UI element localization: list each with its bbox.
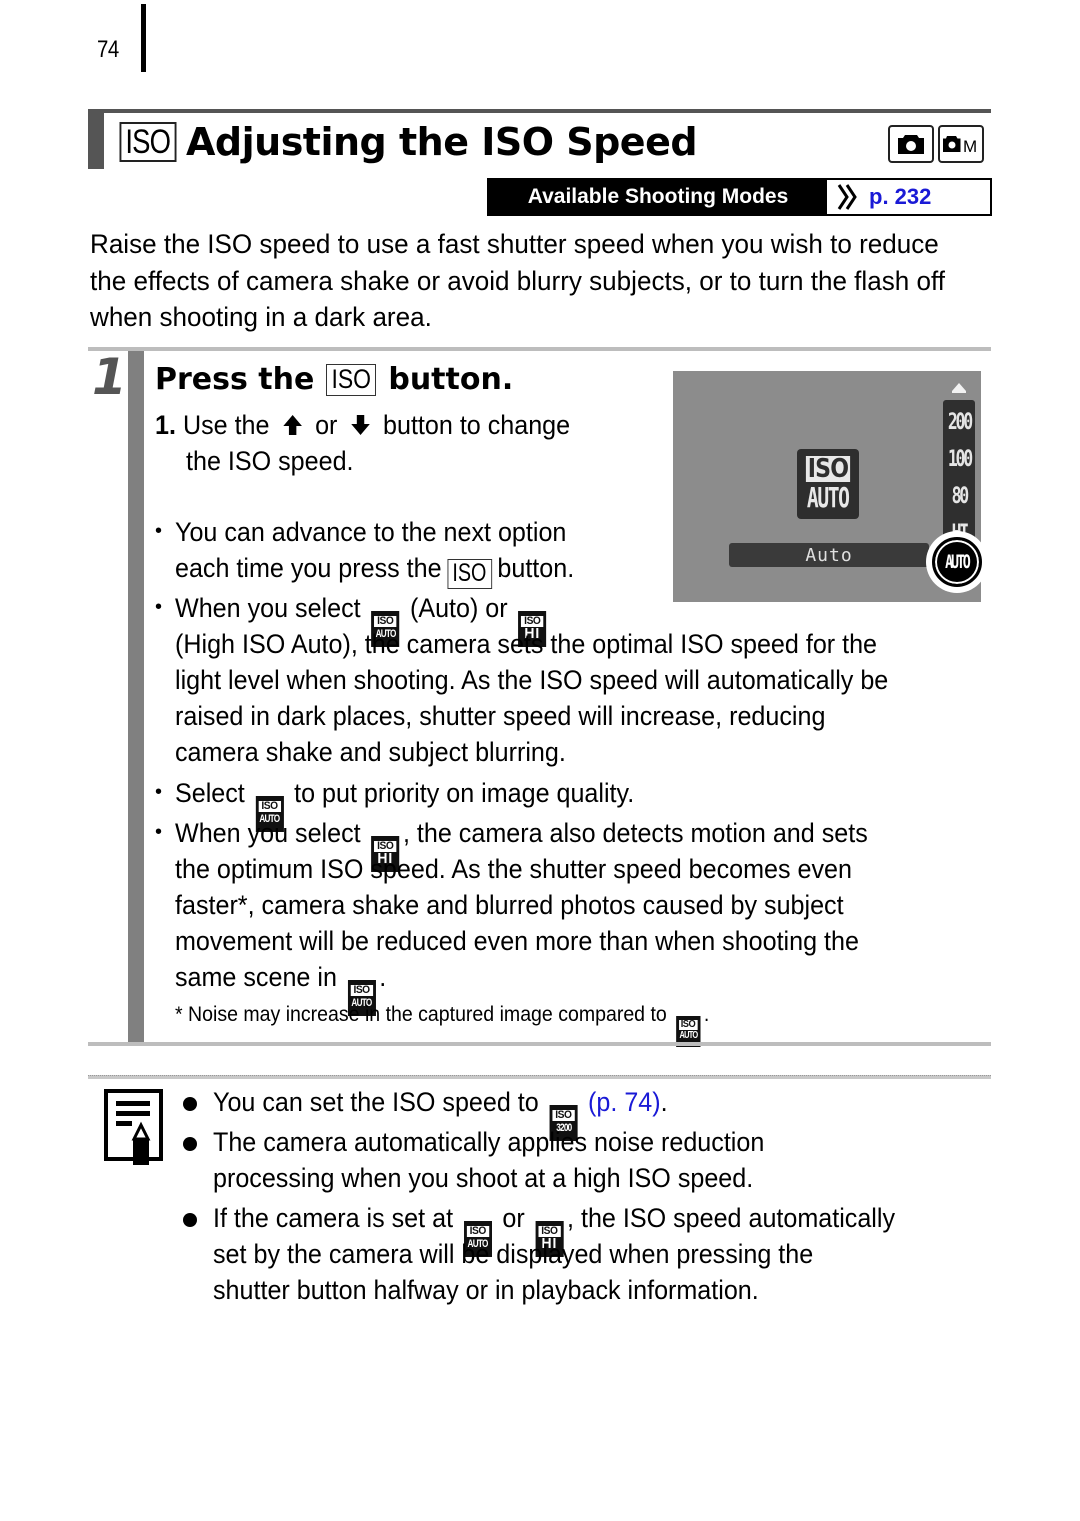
substep-text-a: Use the [182,410,270,440]
bullet-4-text-b: , the camera also detects motion and set… [402,818,868,848]
memo-pencil-icon [104,1089,164,1174]
up-arrow-icon [282,409,302,445]
bullet-3-text-a: Select [175,778,245,808]
note-1-period: . [660,1087,668,1117]
lcd-scale-item: 200 [947,410,972,435]
substep-1-line2: the ISO speed. [186,446,354,476]
lcd-selected-label: Auto [729,543,929,567]
bullet-2-text-a: When you select [175,593,361,623]
available-shooting-modes-banner: Available Shooting Modes p. 232 [487,178,992,216]
bullet-dot: • [155,781,163,803]
iso-button-icon: ISO [326,363,377,396]
footnote: * Noise may increase in the captured ima… [175,1000,709,1047]
note-3-or: or [502,1203,525,1233]
bullet-2-cont-3: raised in dark places, shutter speed wil… [175,701,826,731]
bullet-1-text-b: button. [497,553,575,583]
step-heading: Press the ISO button. [155,362,513,397]
note-3-text-a: If the camera is set at [213,1203,454,1233]
lcd-scale-item: 100 [947,447,972,472]
page-title: Adjusting the ISO Speed [186,120,698,164]
bullet-1-line1: You can advance to the next option [175,517,567,547]
shooting-modes-page-link[interactable]: p. 232 [827,180,990,214]
svg-text:M: M [963,137,977,156]
step-top-rule [88,347,991,351]
step-heading-suffix: button. [388,362,514,397]
double-chevron-right-icon [837,184,859,210]
note-2-line2: processing when you shoot at a high ISO … [213,1163,754,1193]
step-bottom-rule [88,1042,991,1046]
note-bullet [183,1213,197,1227]
bullet-dot: • [155,821,163,843]
bullet-4-period: . [379,962,387,992]
page-number-divider [141,4,146,72]
bullet-2-cont-2: light level when shooting. As the ISO sp… [175,665,889,695]
lcd-auto-text: AUTO [807,480,850,514]
bullet-4-text-a: When you select [175,818,361,848]
camera-auto-mode-icon [888,125,934,163]
title-side-bar [88,109,104,169]
footnote-period: . [703,1003,710,1026]
lcd-iso-text: ISO [805,453,851,484]
step-heading-prefix: Press the [155,362,315,397]
substep-number: 1. [155,410,176,440]
shooting-mode-icons: M [888,125,984,163]
substep-1: 1. Use the or button to change [155,407,620,445]
note-3-cont-1: set by the camera will be displayed when… [213,1239,814,1269]
camera-manual-mode-icon: M [938,125,984,163]
page-74-link[interactable]: (p. 74) [588,1087,661,1117]
note-bullet [183,1137,197,1151]
iso-title-icon: ISO [119,122,177,162]
substep-text-b: button to change [383,410,571,440]
footnote-text: * Noise may increase in the captured ima… [175,1003,667,1026]
bullet-3-text-b: to put priority on image quality. [294,778,635,808]
note-3-cont-2: shutter button halfway or in playback in… [213,1275,759,1305]
bullet-1-line2: each time you press the ISO button. [175,550,574,589]
bullet-2-cont-1: (High ISO Auto), the camera sets the opt… [175,629,878,659]
note-1-text: You can set the ISO speed to [213,1087,539,1117]
lcd-up-triangle-icon [952,383,966,393]
title-row: ISO Adjusting the ISO Speed [118,120,698,164]
note-bullet [183,1097,197,1111]
title-rule [88,109,991,113]
note-3-text-b: , the ISO speed automatically [567,1203,896,1233]
lcd-selected-dial: AUTO [926,531,988,593]
bullet-4-cont-1: the optimum ISO speed. As the shutter sp… [175,854,852,884]
bullet-2-cont-4: camera shake and subject blurring. [175,737,566,767]
bullet-4-last-text: same scene in [175,962,337,992]
bullet-4-cont-2: faster*, camera shake and blurred photos… [175,890,844,920]
substep-or: or [315,410,338,440]
bullet-dot: • [155,520,163,542]
note-2-line1: The camera automatically applies noise r… [213,1127,765,1157]
down-arrow-icon [350,409,370,445]
step-number: 1 [92,348,127,406]
bullet-4-cont-3: movement will be reduced even more than … [175,926,859,956]
step-side-bar [128,351,144,1042]
shooting-modes-page-ref: p. 232 [869,184,932,209]
bullet-2-text-b: (Auto) or [409,593,508,623]
notes-rule [88,1075,991,1079]
available-shooting-modes-label: Available Shooting Modes [489,180,827,214]
intro-paragraph: Raise the ISO speed to use a fast shutte… [90,229,945,332]
lcd-scale-item: 80 [951,484,969,509]
lcd-iso-auto-icon: ISO AUTO [797,449,859,519]
lcd-dial-value: AUTO [945,551,971,573]
iso-button-icon: ISO [447,558,492,589]
bullet-dot: • [155,596,163,618]
bullet-1-text-a: each time you press the [175,553,442,583]
page-number: 74 [97,36,119,63]
lcd-iso-scale: 200 100 80 HI [943,400,975,550]
camera-lcd-screenshot: ISO AUTO Auto 200 100 80 HI AUTO [673,371,988,602]
